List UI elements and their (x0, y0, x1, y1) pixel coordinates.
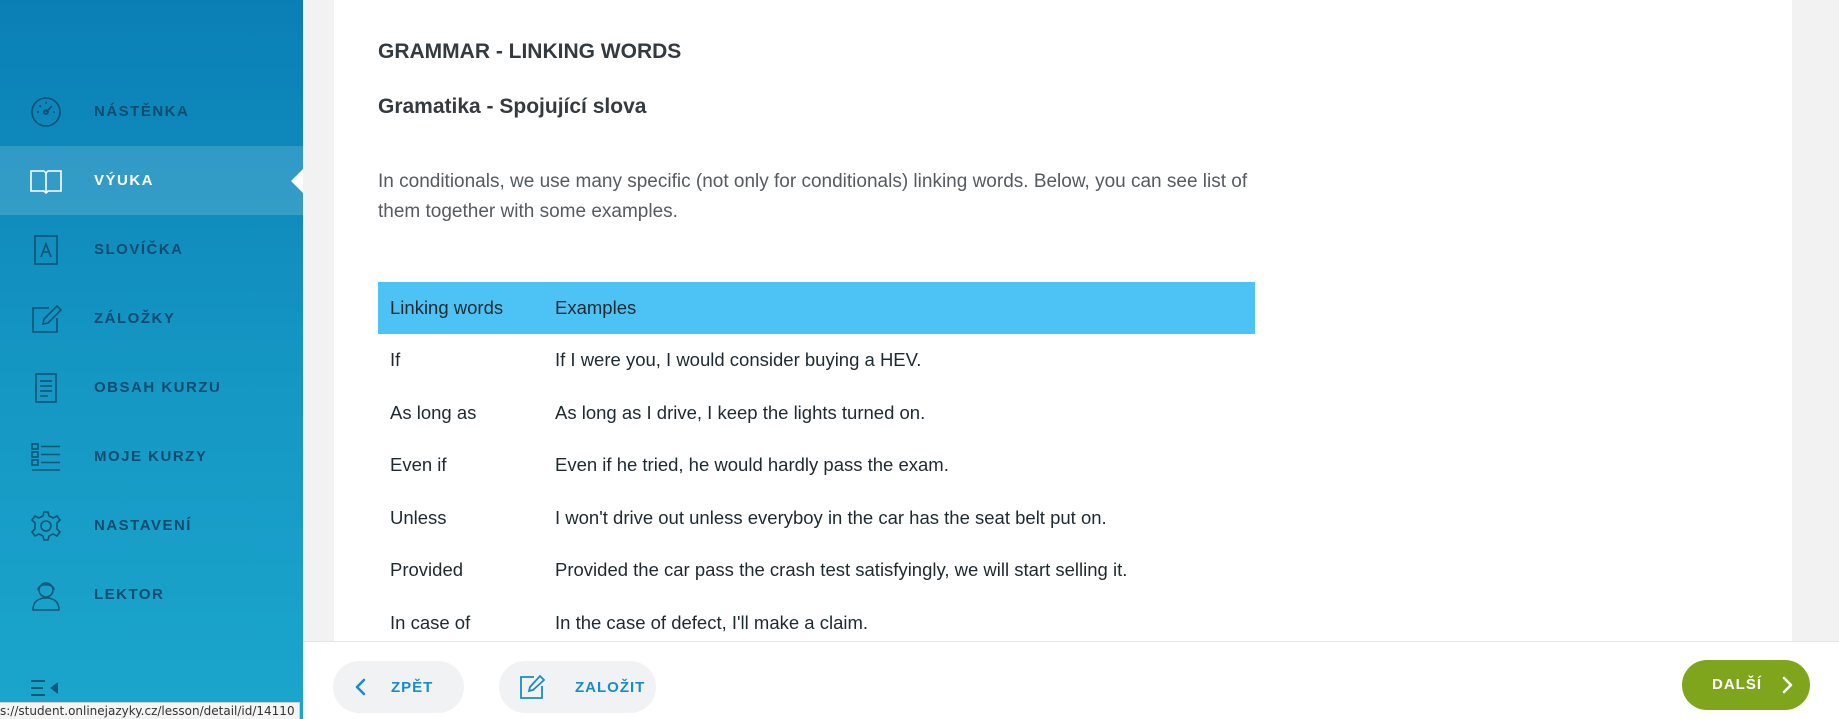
table-header-row: Linking words Examples (378, 282, 1255, 334)
gear-icon (28, 508, 64, 544)
sidebar-item-label: OBSAH KURZU (94, 379, 222, 396)
edit-note-icon (520, 674, 546, 699)
edit-note-icon (28, 301, 64, 337)
open-book-icon (28, 163, 64, 199)
next-button-label: DALŠÍ (1712, 676, 1762, 693)
sidebar-item-label: NÁSTĚNKA (94, 103, 190, 120)
sidebar: NÁSTĚNKA VÝUKA SLOVÍČKA ZÁLOŽKY OBSAH KU… (0, 0, 303, 719)
linking-word-cell: Even if (390, 454, 447, 476)
sidebar-item-label: SLOVÍČKA (94, 241, 184, 258)
dashboard-gauge-icon (28, 94, 64, 130)
back-button-label: ZPĚT (391, 678, 434, 696)
browser-status-url: s://student.onlinejazyky.cz/lesson/detai… (0, 702, 300, 719)
table-row: If If I were you, I would consider buyin… (378, 334, 1255, 387)
back-button[interactable]: ZPĚT (333, 661, 464, 713)
sidebar-item-label: VÝUKA (94, 172, 155, 189)
example-cell: Even if he tried, he would hardly pass t… (555, 454, 949, 476)
example-cell: I won't drive out unless everyboy in the… (555, 506, 1107, 528)
sidebar-nav: NÁSTĚNKA VÝUKA SLOVÍČKA ZÁLOŽKY OBSAH KU… (0, 77, 303, 629)
table-row: Even if Even if he tried, he would hardl… (378, 439, 1255, 492)
sidebar-item-label: ZÁLOŽKY (94, 310, 176, 327)
table-row: Unless I won't drive out unless everyboy… (378, 492, 1255, 545)
linking-word-cell: If (390, 349, 401, 371)
linking-word-cell: Provided (390, 559, 464, 581)
sidebar-item-moje-kurzy[interactable]: MOJE KURZY (0, 422, 303, 491)
bookmark-button-label: ZALOŽIT (575, 678, 646, 696)
example-cell: If I were you, I would consider buying a… (555, 349, 922, 371)
sidebar-item-label: LEKTOR (94, 586, 165, 603)
sidebar-item-label: MOJE KURZY (94, 448, 208, 465)
sidebar-item-lektor[interactable]: LEKTOR (0, 560, 303, 629)
example-cell: As long as I drive, I keep the lights tu… (555, 401, 926, 423)
column-header: Linking words (378, 282, 543, 334)
linking-words-table: Linking words Examples If If I were you,… (378, 282, 1255, 649)
chevron-right-icon (1782, 676, 1793, 694)
linking-word-cell: As long as (390, 401, 477, 423)
example-cell: Provided the car pass the crash test sat… (555, 559, 1128, 581)
table-row: Provided Provided the car pass the crash… (378, 544, 1255, 597)
sidebar-item-nastaveni[interactable]: NASTAVENÍ (0, 491, 303, 560)
collapse-menu-icon[interactable] (30, 678, 60, 698)
course-list-icon (28, 439, 64, 475)
lesson-intro: In conditionals, we use many specific (n… (378, 171, 1248, 222)
table-row: As long as As long as I drive, I keep th… (378, 387, 1255, 440)
sidebar-item-slovicka[interactable]: SLOVÍČKA (0, 215, 303, 284)
sidebar-item-obsah-kurzu[interactable]: OBSAH KURZU (0, 353, 303, 422)
sidebar-item-zalozky[interactable]: ZÁLOŽKY (0, 284, 303, 353)
bookmark-button[interactable]: ZALOŽIT (499, 661, 656, 713)
sidebar-item-label: NASTAVENÍ (94, 517, 192, 534)
vocabulary-card-icon (28, 232, 64, 268)
next-button[interactable]: DALŠÍ (1682, 660, 1810, 710)
chevron-left-icon (355, 678, 366, 696)
tutor-headset-icon (28, 577, 64, 613)
column-header: Examples (543, 282, 1255, 334)
sidebar-item-vyuka[interactable]: VÝUKA (0, 146, 303, 215)
lesson-title: GRAMMAR - LINKING WORDS (378, 40, 682, 63)
lesson-subtitle: Gramatika - Spojující slova (378, 95, 647, 118)
sidebar-item-nastenka[interactable]: NÁSTĚNKA (0, 77, 303, 146)
lesson-bottom-bar: ZPĚT ZALOŽIT DALŠÍ (303, 641, 1839, 719)
document-list-icon (28, 370, 64, 406)
linking-word-cell: Unless (390, 506, 447, 528)
